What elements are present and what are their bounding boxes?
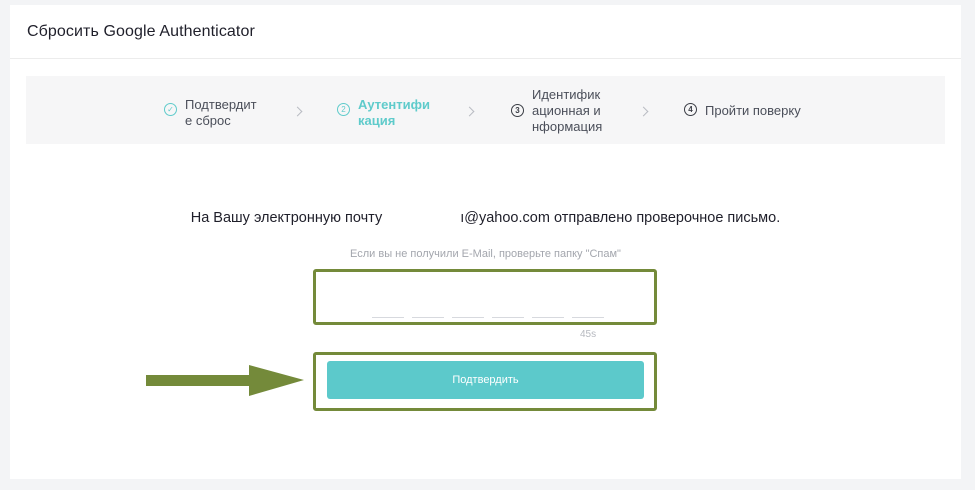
step-label: Подтвердит е сброс: [185, 97, 257, 128]
code-digit-input-3[interactable]: [452, 317, 484, 318]
step-number-icon: 3: [511, 104, 524, 117]
resend-timer: 45s: [580, 329, 597, 340]
stepper: ✓ Подтвердит е сброс 2 Аутентифи кация 3…: [26, 76, 945, 144]
code-digit-input-1[interactable]: [372, 317, 404, 318]
step-label: Идентифик ационная и нформация: [532, 87, 603, 134]
step-label: Пройти поверку: [705, 103, 801, 118]
check-circle-icon: ✓: [164, 103, 177, 116]
code-digit-input-2[interactable]: [412, 317, 444, 318]
spam-hint: Если вы не получили E-Mail, проверьте па…: [350, 248, 621, 260]
code-input-highlight: [313, 269, 657, 325]
code-digit-input-5[interactable]: [532, 317, 564, 318]
code-digit-input-6[interactable]: [572, 317, 604, 318]
step-number-icon: 2: [337, 103, 350, 116]
reset-authenticator-card: Сбросить Google Authenticator ✓ Подтверд…: [10, 5, 961, 479]
chevron-right-icon: [292, 106, 303, 117]
email-sent-message: На Вашу электронную почту ı@yahoo.com от…: [190, 210, 781, 226]
step-confirm-reset: ✓ Подтвердит е сброс: [164, 97, 257, 129]
card-header: Сбросить Google Authenticator: [10, 5, 961, 59]
code-digit-input-4[interactable]: [492, 317, 524, 318]
step-identity-information: 3 Идентифик ационная и нформация: [511, 87, 602, 135]
step-verification: 4 Пройти поверку: [684, 103, 801, 119]
step-authentication: 2 Аутентифи кация: [337, 97, 430, 129]
step-label: Аутентифи кация: [358, 97, 430, 128]
step-number-icon: 4: [684, 103, 697, 116]
arrow-right-icon: [146, 365, 304, 396]
confirm-button[interactable]: Подтвердить: [327, 361, 644, 399]
page-title: Сбросить Google Authenticator: [27, 22, 255, 40]
chevron-right-icon: [638, 106, 649, 117]
chevron-right-icon: [464, 106, 475, 117]
